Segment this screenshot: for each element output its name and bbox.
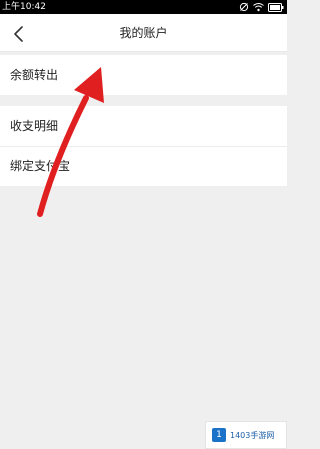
watermark-text: 1403手游网 [230,430,275,440]
menu-item-bind-alipay[interactable]: 绑定支付宝 [0,146,287,186]
menu-item-label: 余额转出 [10,68,59,82]
status-icons [239,2,284,12]
app-header: 我的账户 [0,14,287,52]
wifi-icon [253,3,264,12]
status-time: 上午10:42 [2,2,46,12]
watermark: 1 1403手游网 [205,421,287,449]
menu-item-label: 收支明细 [10,119,59,133]
status-bar: 上午10:42 [0,0,287,14]
menu-item-label: 绑定支付宝 [10,159,71,173]
battery-icon [268,2,284,12]
page-title: 我的账户 [119,26,168,40]
menu-item-income-expense-details[interactable]: 收支明细 [0,106,287,146]
row-divider [0,146,287,147]
dnd-off-icon [239,2,249,12]
menu-item-balance-transfer[interactable]: 余额转出 [0,55,287,95]
watermark-logo-icon: 1 [212,428,226,442]
